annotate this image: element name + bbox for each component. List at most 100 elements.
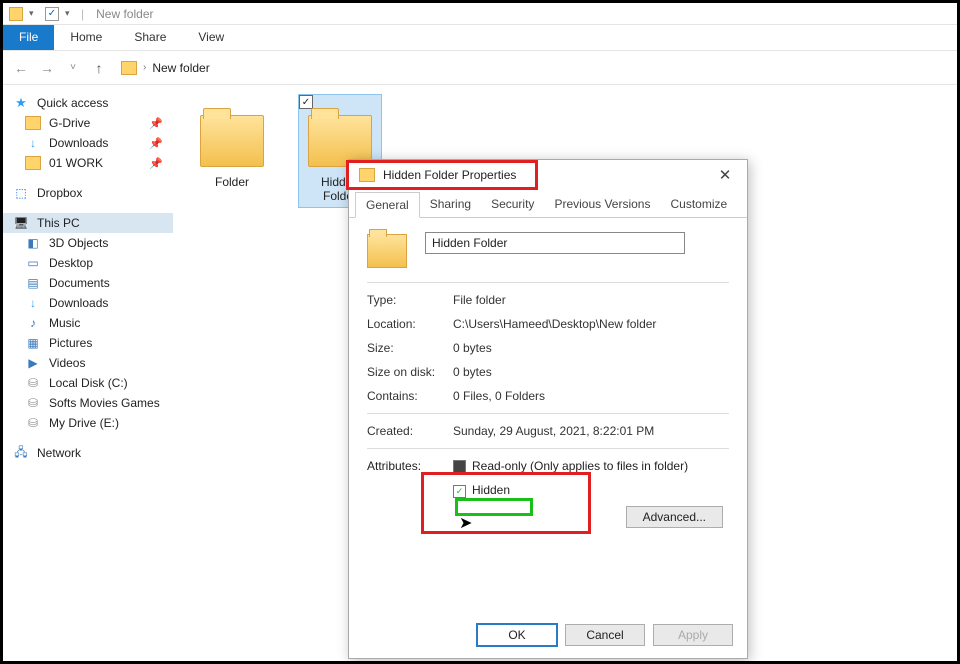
sidebar-label: 3D Objects [49,236,108,250]
network-icon [13,446,29,460]
window-titlebar: ▾ ✓ ▾ | New folder [3,3,957,25]
selection-checkbox[interactable]: ✓ [299,95,313,109]
sidebar-item-softs[interactable]: Softs Movies Games [3,393,173,413]
contains-label: Contains: [367,389,453,403]
tab-sharing[interactable]: Sharing [420,192,481,217]
sidebar-item-gdrive[interactable]: G-Drive 📌 [3,113,173,133]
address-bar[interactable]: › New folder [121,61,210,75]
download-icon [25,296,41,310]
sidebar-quick-access[interactable]: Quick access [3,93,173,113]
sidebar-network[interactable]: Network [3,443,173,463]
history-dropdown-icon[interactable]: ˅ [63,58,83,78]
music-icon [25,316,41,330]
up-button[interactable]: ↑ [89,58,109,78]
size-label: Size: [367,341,453,355]
readonly-label: Read-only (Only applies to files in fold… [472,459,688,473]
sidebar-dropbox[interactable]: Dropbox [3,183,173,203]
sidebar-item-desktop[interactable]: Desktop [3,253,173,273]
back-button[interactable]: ← [11,58,31,78]
folder-icon [25,116,41,130]
ok-button[interactable]: OK [477,624,557,646]
sidebar-label: Documents [49,276,110,290]
apply-button[interactable]: Apply [653,624,733,646]
sidebar-item-downloads[interactable]: Downloads 📌 [3,133,173,153]
sidebar-label: Quick access [37,96,108,110]
properties-dialog: Hidden Folder Properties ✕ General Shari… [348,159,748,659]
folder-icon [121,61,137,75]
navigation-pane: Quick access G-Drive 📌 Downloads 📌 01 WORK… [3,85,173,661]
navigation-bar: ← → ˅ ↑ › New folder [3,51,957,85]
tab-file[interactable]: File [3,25,54,50]
tab-view[interactable]: View [182,25,240,50]
pin-icon: 📌 [149,117,163,130]
tab-customize[interactable]: Customize [660,192,737,217]
file-item-folder[interactable]: Folder [191,95,273,193]
sidebar-label: Music [49,316,80,330]
dialog-tabs: General Sharing Security Previous Versio… [349,192,747,218]
file-label: Folder [195,175,269,189]
tab-general[interactable]: General [355,192,420,218]
close-button[interactable]: ✕ [713,166,737,184]
folder-icon [200,115,264,167]
dialog-body: Type:File folder Location:C:\Users\Hamee… [349,218,747,512]
sidebar-label: Network [37,446,81,460]
dropbox-icon [13,186,29,200]
sidebar-label: G-Drive [49,116,90,130]
tab-home[interactable]: Home [54,25,118,50]
sidebar-item-pictures[interactable]: Pictures [3,333,173,353]
tab-security[interactable]: Security [481,192,544,217]
desktop-icon [25,256,41,270]
disk-icon [25,416,41,430]
qat-dropdown-icon[interactable]: ▾ [65,8,75,19]
created-value: Sunday, 29 August, 2021, 8:22:01 PM [453,424,654,438]
sidebar-item-documents[interactable]: Documents [3,273,173,293]
sidebar-item-01work[interactable]: 01 WORK 📌 [3,153,173,173]
folder-name-input[interactable] [425,232,685,254]
sidebar-item-music[interactable]: Music [3,313,173,333]
sidebar-item-3dobjects[interactable]: 3D Objects [3,233,173,253]
forward-button[interactable]: → [37,58,57,78]
annotation-highlight [455,498,533,516]
sidebar-item-localdisk[interactable]: Local Disk (C:) [3,373,173,393]
type-label: Type: [367,293,453,307]
sidebar-item-downloads2[interactable]: Downloads [3,293,173,313]
sidebar-label: Softs Movies Games [49,396,160,410]
sidebar-label: Downloads [49,296,108,310]
contains-value: 0 Files, 0 Folders [453,389,545,403]
cube-icon [25,236,41,250]
tab-previous-versions[interactable]: Previous Versions [544,192,660,217]
advanced-button[interactable]: Advanced... [626,506,723,528]
sidebar-label: My Drive (E:) [49,416,119,430]
size-on-disk-value: 0 bytes [453,365,492,379]
disk-icon [25,376,41,390]
size-value: 0 bytes [453,341,492,355]
folder-icon [367,234,407,268]
created-label: Created: [367,424,453,438]
sidebar-label: Desktop [49,256,93,270]
qat-checkbox-icon[interactable]: ✓ [45,7,59,21]
location-value: C:\Users\Hameed\Desktop\New folder [453,317,656,331]
ribbon-tabs: File Home Share View [3,25,957,51]
type-value: File folder [453,293,506,307]
qat-dropdown-icon[interactable]: ▾ [29,8,39,19]
sidebar-label: Local Disk (C:) [49,376,128,390]
pin-icon: 📌 [149,137,163,150]
sidebar-this-pc[interactable]: This PC [3,213,173,233]
tab-share[interactable]: Share [118,25,182,50]
pin-icon: 📌 [149,157,163,170]
disk-icon [25,396,41,410]
attributes-label: Attributes: [367,459,433,473]
window-title: New folder [96,7,153,21]
sidebar-label: 01 WORK [49,156,103,170]
documents-icon [25,276,41,290]
sidebar-label: This PC [37,216,80,230]
annotation-highlight [346,160,538,190]
cancel-button[interactable]: Cancel [565,624,645,646]
sidebar-label: Downloads [49,136,108,150]
folder-icon [25,156,41,170]
pictures-icon [25,336,41,350]
sidebar-item-videos[interactable]: Videos [3,353,173,373]
sidebar-item-mydrive[interactable]: My Drive (E:) [3,413,173,433]
star-icon [13,96,29,110]
breadcrumb-current[interactable]: New folder [152,61,209,75]
